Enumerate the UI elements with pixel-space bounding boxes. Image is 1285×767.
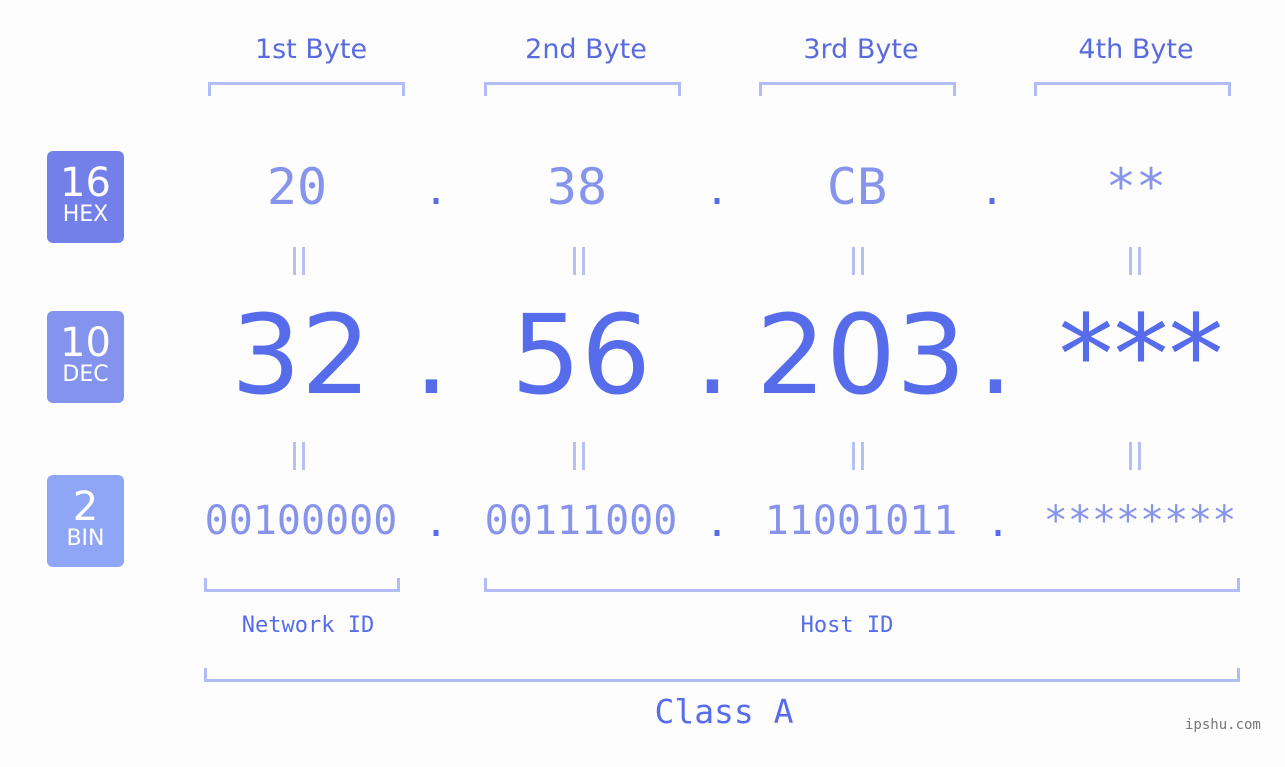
hex-badge-label: HEX [62,202,109,227]
dec-separator-2: . [695,291,730,419]
bin-badge: 2 BIN [47,475,124,567]
dec-separator-3: . [978,291,1013,419]
dec-value-1: 32 [231,291,371,419]
host-id-bracket [484,578,1240,592]
hex-value-2: 38 [546,158,608,216]
class-bracket [204,668,1240,682]
equals-icon [291,247,307,275]
bin-separator-1: . [424,500,449,546]
bin-separator-2: . [705,500,730,546]
equals-icon [1127,247,1143,275]
dec-value-2: 56 [511,291,651,419]
hex-badge: 16 HEX [47,151,124,243]
byte-header-1: 1st Byte [254,34,368,65]
dec-value-3: 203 [756,291,966,419]
hex-value-4: ** [1105,158,1167,216]
equals-icon [571,247,587,275]
byte-bracket-2 [484,82,681,96]
bin-separator-3: . [986,500,1011,546]
bin-badge-base: 2 [72,484,99,530]
hex-separator-2: . [705,168,730,214]
hex-value-3: CB [826,158,888,216]
byte-bracket-3 [759,82,956,96]
bin-value-2: 00111000 [484,498,678,544]
equals-icon [1127,442,1143,470]
network-id-label: Network ID [241,613,375,638]
byte-header-3: 3rd Byte [803,34,919,65]
bin-value-3: 11001011 [764,498,958,544]
bin-value-1: 00100000 [204,498,398,544]
dec-badge-base: 10 [60,320,111,366]
network-id-bracket [204,578,400,592]
dec-separator-1: . [414,291,449,419]
byte-header-2: 2nd Byte [525,34,647,65]
byte-header-4: 4th Byte [1078,34,1194,65]
equals-icon [850,442,866,470]
hex-separator-1: . [424,168,449,214]
hex-value-1: 20 [266,158,328,216]
dec-badge-label: DEC [62,362,109,387]
bin-value-4: ******** [1043,498,1237,544]
class-label: Class A [654,692,794,731]
dec-badge: 10 DEC [47,311,124,403]
watermark: ipshu.com [1185,717,1261,733]
byte-bracket-1 [208,82,405,96]
dec-value-4: *** [1058,291,1224,419]
equals-icon [291,442,307,470]
bin-badge-label: BIN [66,526,105,551]
hex-separator-3: . [980,168,1005,214]
equals-icon [571,442,587,470]
host-id-label: Host ID [800,613,894,638]
byte-bracket-4 [1034,82,1231,96]
hex-badge-base: 16 [60,160,111,206]
equals-icon [850,247,866,275]
